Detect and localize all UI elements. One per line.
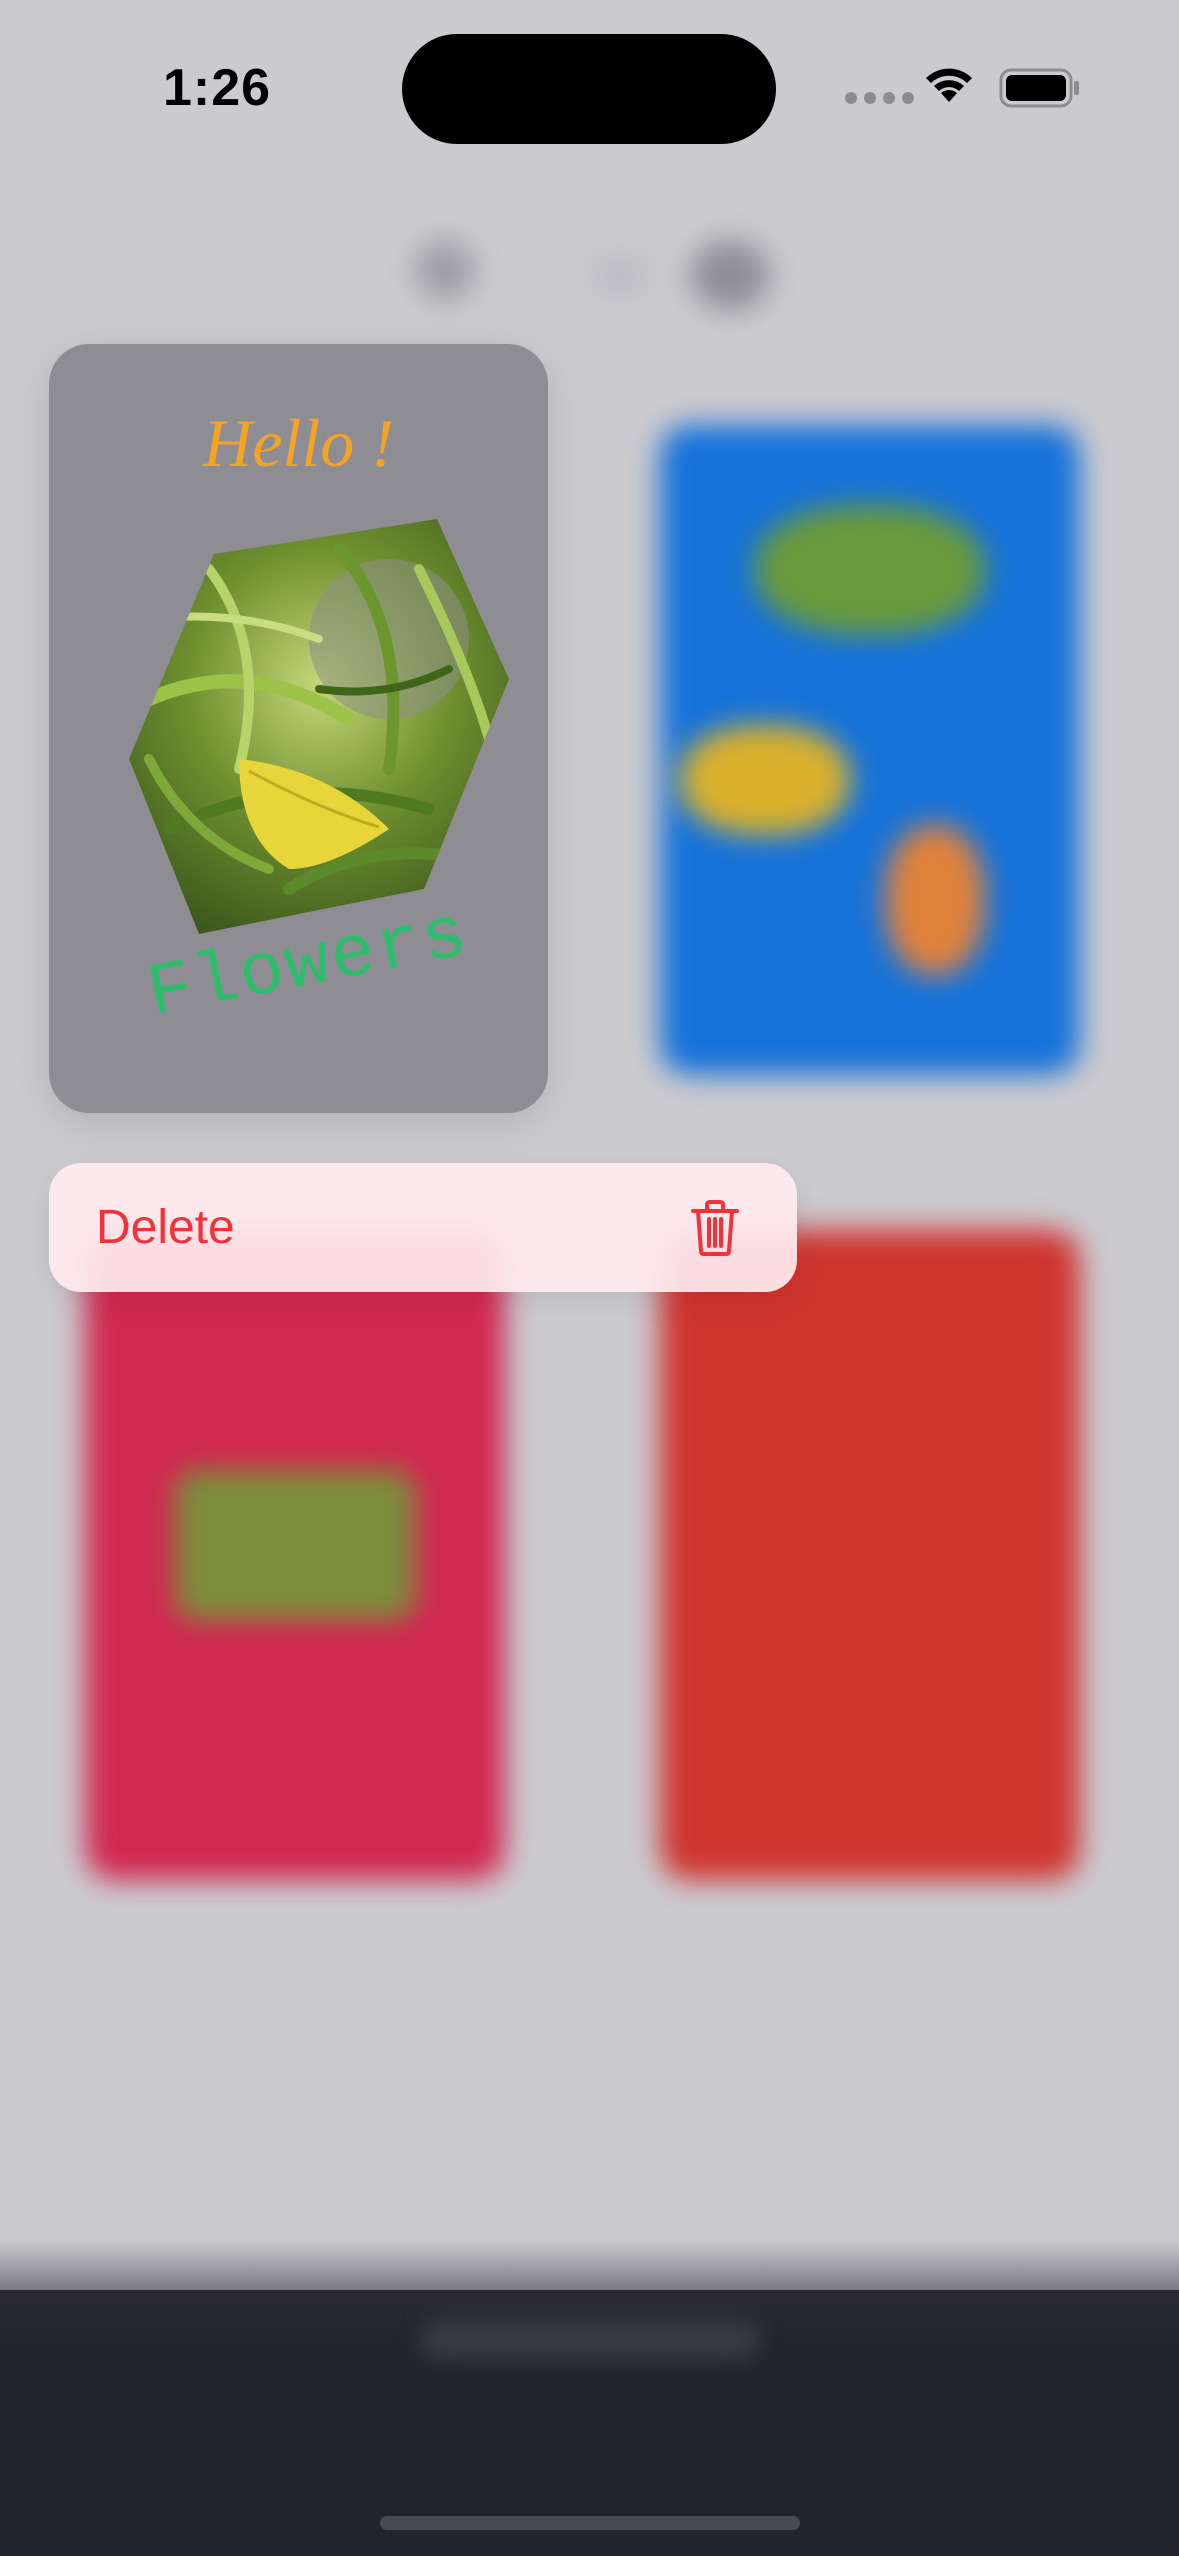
trash-icon [691,1199,739,1256]
bottom-toolbar-blur-label [420,2320,760,2360]
focused-card[interactable]: Hello ! Flowers [49,344,548,1113]
context-menu: Delete [49,1163,797,1292]
dynamic-island [402,34,776,144]
toolbar-blur-item [415,240,475,300]
toolbar-blur-item [590,255,650,295]
wifi-icon [926,68,972,102]
background-card[interactable] [85,1230,505,1880]
hexagon-photo [89,509,509,949]
battery-icon [999,68,1079,108]
cellular-signal-icon [845,92,914,104]
home-indicator [380,2516,800,2530]
toolbar-blur-item [690,240,770,310]
delete-label: Delete [96,1201,235,1254]
background-card[interactable] [660,425,1080,1075]
status-time: 1:26 [163,59,272,117]
card-greeting: Hello ! [203,405,394,481]
background-card[interactable] [660,1230,1080,1880]
delete-menu-item[interactable]: Delete [96,1199,741,1257]
